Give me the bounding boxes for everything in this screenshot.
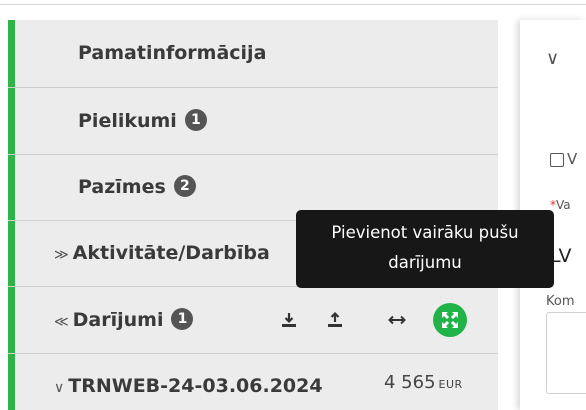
- sidebar-accent-bar: [8, 155, 15, 220]
- count-badge: 2: [173, 174, 196, 197]
- chevron-down-icon[interactable]: ∨: [546, 48, 559, 69]
- sidebar-item-label: Darījumi: [72, 309, 164, 331]
- sidebar-item-label: Pazīmes: [78, 176, 166, 198]
- field-label-text: Va: [556, 198, 571, 212]
- sidebar-accent-bar: [8, 20, 15, 87]
- comment-label: Kom: [546, 294, 575, 309]
- double-chevron-down-icon: ≫: [54, 247, 69, 263]
- sidebar-item-trnweb[interactable]: ∨ TRNWEB-24-03.06.2024 4 565 EUR: [8, 354, 498, 410]
- field-label: *Va: [550, 198, 571, 212]
- double-chevron-up-icon: ≪: [54, 314, 69, 330]
- sidebar-accent-bar: [8, 287, 15, 353]
- tooltip-line2: darījumu: [388, 253, 462, 272]
- sidebar-item-label: Pielikumi: [78, 110, 177, 132]
- sidebar-accent-bar: [8, 88, 15, 154]
- sidebar-item-label: Pamatinformācija: [78, 42, 267, 64]
- expand-icon[interactable]: [433, 303, 467, 337]
- chevron-down-icon: ∨: [54, 380, 65, 396]
- sidebar-accent-bar: [8, 221, 15, 286]
- sidebar-item-pielikumi[interactable]: Pielikumi 1: [8, 88, 498, 155]
- checkbox[interactable]: [550, 152, 564, 167]
- amount-value: 4 565: [384, 372, 436, 393]
- tooltip-line1: Pievienot vairāku pušu: [331, 223, 519, 242]
- count-badge: 1: [184, 108, 207, 131]
- upload-icon[interactable]: [322, 307, 348, 333]
- count-badge: 1: [171, 307, 194, 330]
- download-icon[interactable]: [276, 307, 302, 333]
- sidebar-item-pamatinformacija[interactable]: Pamatinformācija: [8, 20, 498, 88]
- swap-horizontal-icon[interactable]: [384, 307, 410, 333]
- checkbox-label: V: [567, 150, 578, 168]
- sidebar-accent-bar: [8, 354, 15, 410]
- currency-label: EUR: [438, 378, 463, 391]
- comment-textarea[interactable]: [546, 312, 586, 394]
- tooltip: Pievienot vairāku pušu darījumu: [296, 210, 554, 288]
- checkbox-row[interactable]: V: [550, 150, 577, 168]
- window-top-border: [0, 4, 586, 5]
- sidebar-item-label: TRNWEB-24-03.06.2024: [68, 375, 323, 397]
- sidebar-item-label: Aktivitāte/Darbība: [72, 242, 270, 264]
- sidebar-item-darijumi[interactable]: ≪ Darījumi 1: [8, 287, 498, 354]
